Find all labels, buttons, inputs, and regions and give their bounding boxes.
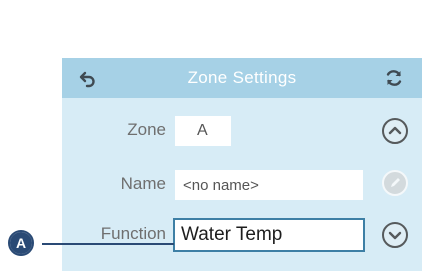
callout-badge: A — [10, 232, 32, 254]
page-title: Zone Settings — [187, 68, 297, 87]
header-bar: Zone Settings — [62, 58, 422, 98]
chevron-down-icon[interactable] — [382, 222, 408, 248]
zone-field[interactable]: A — [175, 116, 231, 146]
refresh-icon[interactable] — [384, 68, 404, 88]
function-field[interactable]: Water Temp — [173, 218, 365, 252]
callout-leader-line — [42, 243, 174, 245]
zone-settings-screen: Zone Settings Zone A Name <no name> Func… — [62, 58, 422, 271]
name-field[interactable]: <no name> — [175, 170, 363, 200]
pencil-icon — [382, 170, 408, 196]
zone-label: Zone — [127, 120, 166, 139]
chevron-up-icon[interactable] — [382, 118, 408, 144]
function-label: Function — [100, 224, 166, 243]
name-label: Name — [120, 174, 166, 193]
